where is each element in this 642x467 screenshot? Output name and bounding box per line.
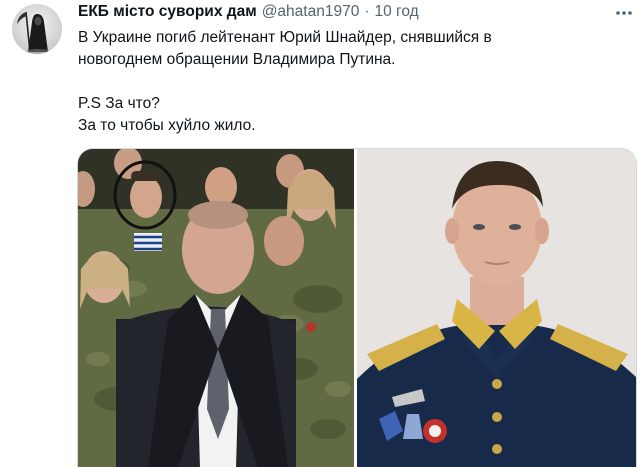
tweet-text-line: В Украине погиб лейтенант Юрий Шнайдер, … <box>78 29 492 46</box>
separator-dot: · <box>364 3 370 20</box>
tweet-text: В Украине погиб лейтенант Юрий Шнайдер, … <box>78 27 618 137</box>
tweet-text-line: новогоднем обращении Владимира Путина. <box>78 51 396 68</box>
tweet-media[interactable] <box>77 148 637 467</box>
tweet-ps-line: P.S За что? <box>78 95 160 112</box>
avatar[interactable] <box>12 4 62 54</box>
grim-reaper-icon <box>12 4 62 54</box>
officer-portrait[interactable] <box>357 149 637 467</box>
more-options-icon[interactable] <box>612 4 636 22</box>
tweet-ps-line: За то чтобы хуйло жило. <box>78 117 256 134</box>
user-handle[interactable]: @ahatan1970 <box>262 3 360 21</box>
tweet-header: ЕКБ місто суворих дам @ahatan1970 · 10 г… <box>78 3 419 23</box>
group-photo[interactable] <box>78 149 354 467</box>
display-name[interactable]: ЕКБ місто суворих дам <box>78 3 257 21</box>
timestamp[interactable]: 10 год <box>374 3 418 21</box>
tweet[interactable]: ЕКБ місто суворих дам @ahatan1970 · 10 г… <box>0 0 642 467</box>
